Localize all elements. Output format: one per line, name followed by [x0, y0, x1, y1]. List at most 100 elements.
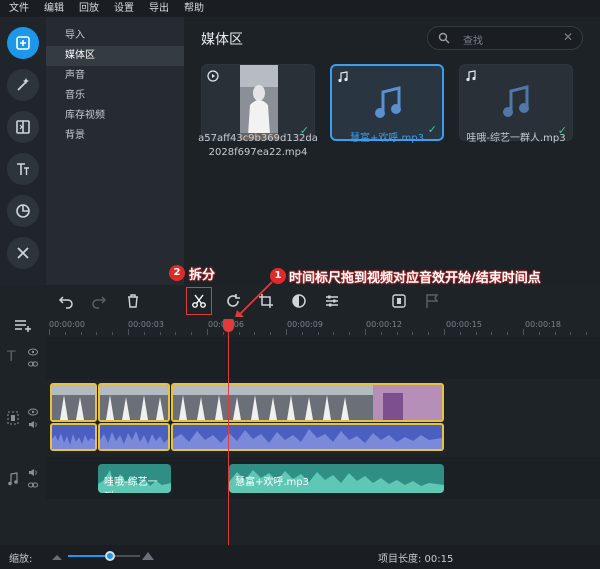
ruler-minor-tick — [491, 332, 493, 335]
record-voice-icon[interactable] — [391, 293, 407, 309]
ruler-minor-tick — [301, 332, 303, 335]
stickers-tool-button[interactable] — [7, 195, 39, 227]
menu-export[interactable]: 导出 — [149, 0, 169, 17]
video-clip-segment[interactable] — [98, 383, 170, 422]
menu-bar: 文件 编辑 回放 设置 导出 帮助 — [0, 0, 600, 17]
menu-settings[interactable]: 设置 — [114, 0, 134, 17]
text-track-lane[interactable] — [46, 337, 600, 379]
video-audio-segment[interactable] — [50, 423, 97, 451]
link-icon[interactable] — [28, 360, 38, 368]
ruler-minor-tick — [349, 332, 351, 335]
ruler-minor-tick — [554, 332, 556, 335]
film-strip-icon — [7, 411, 19, 425]
ruler-minor-tick — [49, 329, 50, 335]
ruler-minor-tick — [222, 332, 224, 335]
ruler-minor-tick — [396, 332, 398, 335]
category-music[interactable]: 音乐 — [46, 86, 184, 106]
ruler-minor-tick — [286, 329, 287, 335]
menu-edit[interactable]: 编辑 — [44, 0, 64, 17]
ruler-minor-tick — [523, 329, 524, 335]
ruler-minor-tick — [96, 332, 98, 335]
ruler-tick-label: 00:00:15 — [446, 320, 482, 329]
playhead-handle[interactable] — [223, 319, 234, 332]
media-item-audio-selected-name: 慧富+欢呼.mp3 — [349, 133, 424, 144]
volume-icon[interactable] — [28, 420, 38, 429]
menu-playback[interactable]: 回放 — [79, 0, 99, 17]
color-adjust-icon[interactable] — [291, 293, 307, 309]
tools-icon — [17, 247, 29, 259]
zoom-in-icon[interactable] — [142, 550, 154, 560]
ruler-minor-tick — [159, 332, 161, 335]
video-clip-segment[interactable] — [171, 383, 444, 422]
more-tools-button[interactable] — [7, 237, 39, 269]
music-clip-label: 慧富+欢呼.mp3 — [235, 477, 310, 488]
ruler-minor-tick — [80, 332, 82, 335]
redo-icon[interactable] — [91, 293, 107, 309]
ruler-minor-tick — [191, 332, 193, 335]
sticker-icon — [16, 204, 30, 218]
zoom-slider-thumb[interactable] — [105, 551, 115, 561]
music-clip[interactable]: 慧富+欢呼.mp3 — [229, 464, 444, 493]
add-track-icon[interactable] — [14, 318, 32, 332]
clip-frames — [52, 385, 95, 420]
import-tool-button[interactable] — [7, 27, 39, 59]
search-icon — [438, 32, 450, 44]
search-placeholder: 查找 — [463, 36, 483, 47]
media-item-audio-selected[interactable]: ✓ — [330, 64, 444, 141]
category-backgrounds[interactable]: 背景 — [46, 126, 184, 146]
category-sounds[interactable]: 声音 — [46, 66, 184, 86]
menu-file[interactable]: 文件 — [9, 0, 29, 17]
clip-frames — [173, 385, 442, 420]
search-input[interactable]: 查找 ✕ — [427, 26, 583, 50]
ruler-minor-tick — [64, 332, 66, 335]
video-track-head — [0, 400, 46, 440]
undo-icon[interactable] — [58, 293, 74, 309]
ruler-minor-tick — [459, 332, 461, 335]
zoom-out-icon[interactable] — [52, 552, 62, 560]
step-1-label: 时间标尺拖到视频对应音效开始/结束时间点 — [289, 271, 541, 286]
delete-icon[interactable] — [125, 293, 141, 309]
ruler-minor-tick — [238, 332, 240, 335]
visibility-eye-icon[interactable] — [28, 408, 38, 416]
video-clip-segment[interactable] — [50, 383, 97, 422]
clip-properties-icon[interactable] — [324, 293, 340, 309]
category-panel: 导入 媒体区 声音 音乐 库存视频 背景 — [46, 17, 184, 285]
ruler-tick-label: 00:00:03 — [128, 320, 164, 329]
timeline-ruler[interactable]: 00:00:00 00:00:03 00:00:06 00:00:09 00:0… — [46, 317, 600, 337]
ruler-minor-tick — [380, 332, 382, 335]
media-library: 媒体区 查找 ✕ ✓ a57aff43c9b369d132da2028f697e… — [184, 17, 600, 285]
ruler-minor-tick — [254, 332, 256, 335]
text-track-icon: T — [7, 349, 16, 365]
ruler-tick-label: 00:00:18 — [525, 320, 561, 329]
media-item-audio[interactable]: ✓ — [459, 64, 573, 141]
transitions-tool-button[interactable] — [7, 111, 39, 143]
library-title: 媒体区 — [201, 32, 243, 48]
video-audio-segment[interactable] — [98, 423, 170, 451]
ruler-minor-tick — [475, 332, 477, 335]
titles-tool-button[interactable] — [7, 153, 39, 185]
zoom-label: 缩放: — [9, 554, 33, 565]
ruler-minor-tick — [175, 332, 177, 335]
ruler-minor-tick — [207, 329, 208, 335]
video-thumbnail — [240, 65, 278, 140]
media-item-audio-name: 哇哦-综艺一群人.mp3 — [466, 133, 566, 144]
volume-icon[interactable] — [28, 468, 38, 477]
playhead-line[interactable] — [228, 320, 229, 548]
music-clip[interactable]: 哇哦-综艺一群... — [98, 464, 171, 493]
clear-search-icon[interactable]: ✕ — [563, 30, 573, 44]
audio-waveform — [100, 431, 168, 449]
category-stock-video[interactable]: 库存视频 — [46, 106, 184, 126]
category-import[interactable]: 导入 — [46, 26, 184, 46]
video-audio-segment[interactable] — [171, 423, 444, 451]
category-media[interactable]: 媒体区 — [46, 46, 184, 66]
tool-rail — [0, 17, 46, 285]
marker-flag-icon[interactable] — [424, 293, 440, 309]
visibility-eye-icon[interactable] — [28, 348, 38, 356]
effects-tool-button[interactable] — [7, 69, 39, 101]
menu-help[interactable]: 帮助 — [184, 0, 204, 17]
audio-placeholder-icon — [375, 86, 401, 118]
link-icon[interactable] — [28, 481, 38, 489]
media-item-video[interactable]: ✓ — [201, 64, 315, 141]
music-clip-label: 哇哦-综艺一群... — [104, 477, 158, 493]
audio-waveform — [173, 429, 442, 449]
